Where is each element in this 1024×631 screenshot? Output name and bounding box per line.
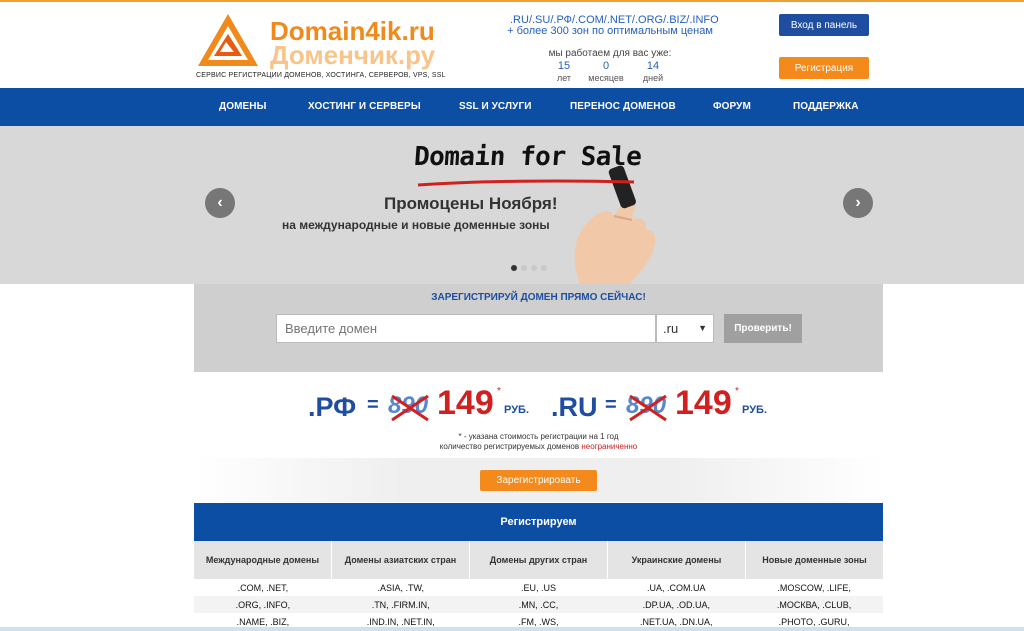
old-price-ru: 890	[626, 392, 667, 422]
site-header: Domain4ik.ru Доменчик.ру СЕРВИС РЕГИСТРА…	[0, 2, 1024, 88]
price-currency-ru: РУБ.	[742, 404, 767, 416]
price-eq-rf: =	[367, 394, 379, 416]
logo-tagline: СЕРВИС РЕГИСТРАЦИИ ДОМЕНОВ, ХОСТИНГА, СЕ…	[196, 72, 446, 79]
quantity-note-text: количество регистрируемых доменов	[439, 442, 582, 451]
table-cell[interactable]: .МОСКВА, .CLUB,	[745, 596, 883, 613]
nav-item-ssl[interactable]: SSL И УСЛУГИ	[459, 101, 532, 112]
banner-promo-heading: Промоцены Ноября!	[384, 194, 558, 213]
banner-dot-3[interactable]	[531, 265, 537, 271]
table-cell[interactable]: .COM, .NET,	[194, 579, 332, 596]
hand-with-marker-image	[574, 165, 656, 284]
old-price-rf: 890	[388, 392, 429, 422]
chevron-right-icon: ›	[855, 194, 861, 211]
table-cell[interactable]: .MOSCOW, .LIFE,	[745, 579, 883, 596]
column-header-new[interactable]: Новые доменные зоны	[746, 541, 883, 579]
column-header-international[interactable]: Международные домены	[194, 541, 332, 579]
banner-next-button[interactable]: ›	[843, 188, 873, 218]
banner-red-underline	[417, 179, 635, 187]
price-zone-ru: .RU	[551, 392, 598, 422]
nav-item-transfer[interactable]: ПЕРЕНОС ДОМЕНОВ	[570, 101, 676, 112]
zones-table-body: .COM, .NET, .ASIA, .TW, .EU, .US .UA, .C…	[194, 579, 883, 630]
quantity-note: количество регистрируемых доменов неогра…	[194, 442, 883, 451]
price-eq-ru: =	[605, 394, 617, 416]
counter-days-unit: дней	[642, 73, 664, 83]
table-cell[interactable]: .EU, .US	[470, 579, 608, 596]
price-star-ru: *	[735, 386, 739, 397]
logo-icon[interactable]	[196, 12, 260, 68]
register-now-button[interactable]: Зарегистрировать	[480, 470, 597, 491]
domain-search-box: ЗАРЕГИСТРИРУЙ ДОМЕН ПРЯМО СЕЙЧАС! .ru ▼ …	[194, 284, 883, 372]
nav-item-forum[interactable]: ФОРУМ	[713, 101, 751, 112]
chevron-left-icon: ‹	[217, 194, 223, 211]
working-since-label: мы работаем для вас уже:	[548, 48, 672, 59]
new-price-ru: 149	[675, 384, 732, 422]
banner-dot-4[interactable]	[541, 265, 547, 271]
domain-search-input[interactable]	[276, 314, 656, 343]
banner-dot-2[interactable]	[521, 265, 527, 271]
nav-item-domains[interactable]: ДОМЕНЫ	[219, 101, 267, 112]
new-price-rf: 149	[437, 384, 494, 422]
table-row: .COM, .NET, .ASIA, .TW, .EU, .US .UA, .C…	[194, 579, 883, 596]
price-star-rf: *	[497, 386, 501, 397]
nav-item-hosting[interactable]: ХОСТИНГ И СЕРВЕРЫ	[308, 101, 421, 112]
bottom-edge	[0, 627, 1024, 631]
table-cell[interactable]: .MN, .CC,	[470, 596, 608, 613]
check-domain-button[interactable]: Проверить!	[724, 314, 802, 343]
chevron-down-icon: ▼	[698, 323, 707, 333]
table-cell[interactable]: .ASIA, .TW,	[332, 579, 470, 596]
table-cell[interactable]: .UA, .COM.UA	[607, 579, 745, 596]
column-header-ukrainian[interactable]: Украинские домены	[608, 541, 746, 579]
zones-table-title: Регистрируем	[194, 503, 883, 541]
price-currency-rf: РУБ.	[504, 404, 529, 416]
price-zone-rf: .РФ	[308, 392, 357, 422]
logo-text-ru[interactable]: Доменчик.ру	[270, 40, 435, 71]
domain-search-title: ЗАРЕГИСТРИРУЙ ДОМЕН ПРЯМО СЕЙЧАС!	[431, 292, 646, 303]
banner-title: Domain for Sale	[412, 142, 643, 172]
login-panel-button[interactable]: Вход в панель	[779, 14, 869, 36]
column-header-other[interactable]: Домены других стран	[470, 541, 608, 579]
zones-count-text[interactable]: + более 300 зон по оптимальным ценам	[490, 25, 730, 37]
column-header-asian[interactable]: Домены азиатских стран	[332, 541, 470, 579]
price-note: * - указана стоимость регистрации на 1 г…	[458, 432, 619, 441]
table-cell[interactable]: .TN, .FIRM.IN,	[332, 596, 470, 613]
main-nav: ДОМЕНЫ ХОСТИНГ И СЕРВЕРЫ SSL И УСЛУГИ ПЕ…	[0, 88, 1024, 126]
counter-days-value: 14	[646, 60, 660, 72]
counter-months-unit: месяцев	[588, 73, 624, 83]
counter-months: 0 месяцев	[581, 60, 631, 83]
zone-select[interactable]: .ru ▼	[656, 314, 714, 343]
banner-dot-1[interactable]	[511, 265, 517, 271]
counter-months-value: 0	[602, 60, 610, 72]
table-cell[interactable]: .ORG, .INFO,	[194, 596, 332, 613]
counter-days: 14 дней	[628, 60, 678, 83]
table-cell[interactable]: .DP.UA, .OD.UA,	[607, 596, 745, 613]
nav-item-support[interactable]: ПОДДЕРЖКА	[793, 101, 859, 112]
zones-table-header: Международные домены Домены азиатских ст…	[194, 541, 883, 579]
strikethrough-icon	[629, 394, 667, 422]
zone-select-value: .ru	[663, 321, 679, 336]
quantity-note-highlight: неограниченно	[581, 442, 638, 451]
strikethrough-icon	[391, 394, 429, 422]
registration-button[interactable]: Регистрация	[779, 57, 869, 79]
banner-promo-subheading: на международные и новые доменные зоны	[282, 218, 550, 232]
table-row: .ORG, .INFO, .TN, .FIRM.IN, .MN, .CC, .D…	[194, 596, 883, 613]
banner-prev-button[interactable]: ‹	[205, 188, 235, 218]
